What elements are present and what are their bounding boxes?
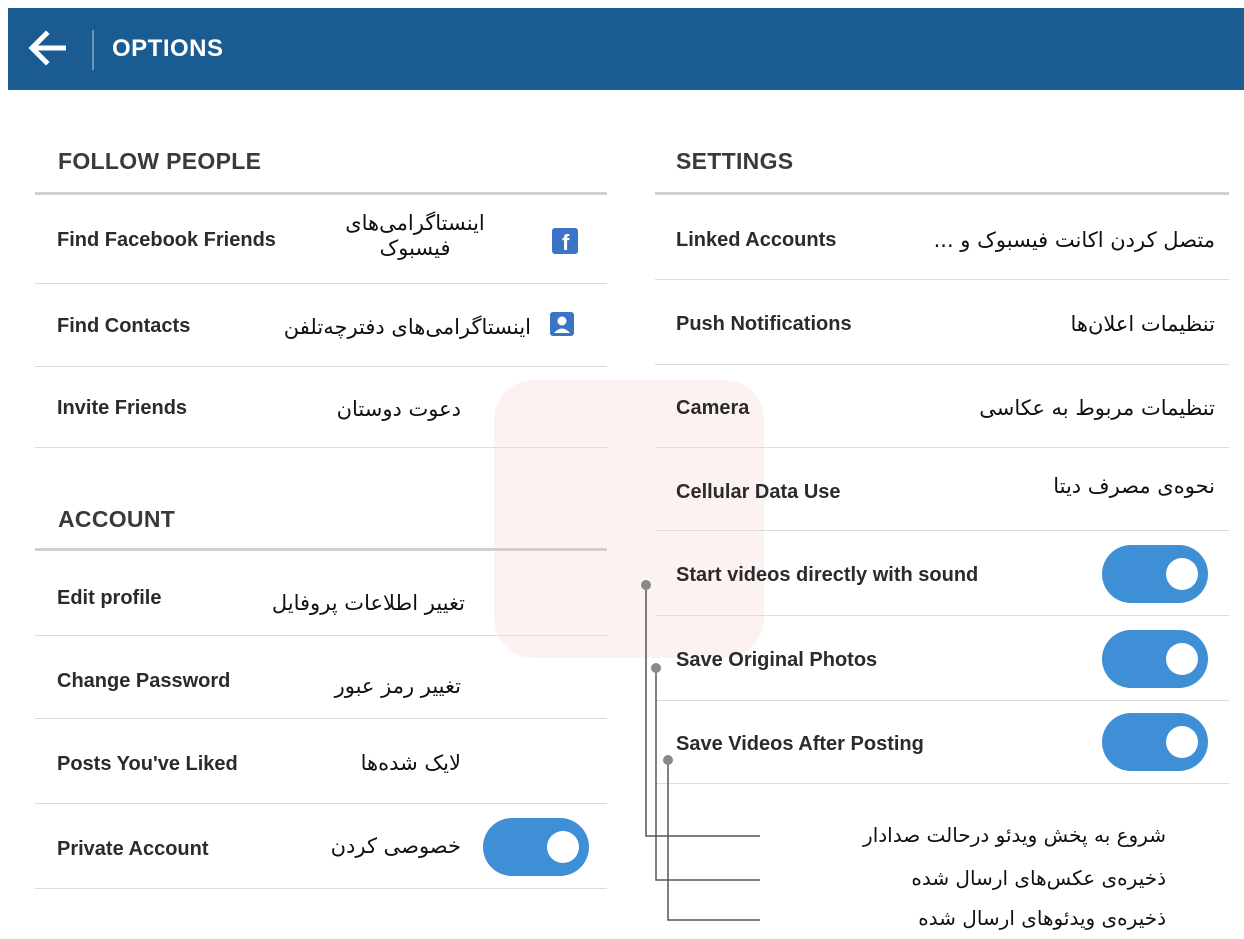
annotation-save-photos: ذخیره‌ی عکس‌های ارسال شده [911, 866, 1166, 890]
annotation-start-videos: شروع به پخش ویدئو درحالت صدادار [863, 823, 1166, 847]
annotation-save-videos: ذخیره‌ی ویدئوهای ارسال شده [918, 906, 1166, 930]
annotation-callout-lines [641, 580, 760, 921]
